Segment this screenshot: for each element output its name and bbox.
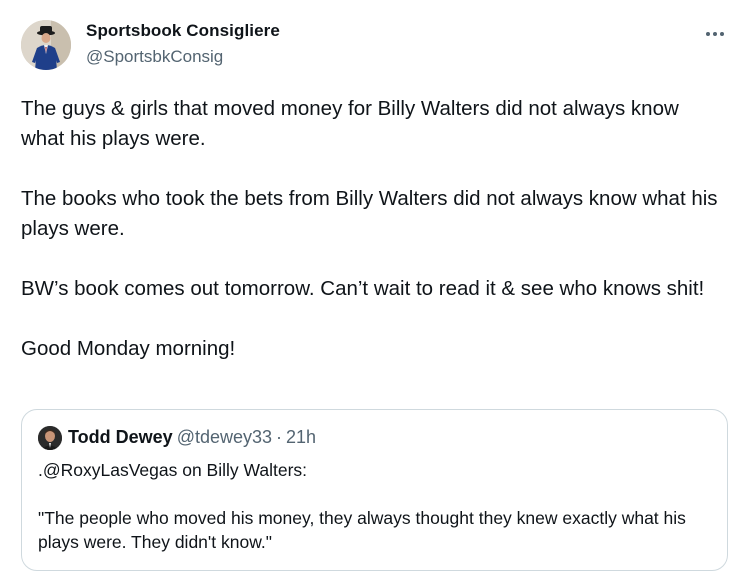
more-options-button[interactable] <box>700 22 730 46</box>
tweet-paragraph: Good Monday morning! <box>21 337 236 360</box>
author-handle[interactable]: @SportsbkConsig <box>86 47 223 67</box>
profile-photo-man-icon <box>38 426 62 450</box>
tweet-paragraph: The guys & girls that moved money for Bi… <box>21 97 679 150</box>
header-separator: · <box>276 427 283 447</box>
more-options-icon <box>706 32 710 36</box>
more-options-icon-dot <box>720 32 724 36</box>
tweet-card: Sportsbook Consigliere @SportsbkConsig T… <box>0 0 738 577</box>
more-options-icon-dot <box>713 32 717 36</box>
quoted-author-display-name[interactable]: Todd Dewey <box>68 427 173 447</box>
author-display-name[interactable]: Sportsbook Consigliere <box>86 21 280 41</box>
quoted-author-handle[interactable]: @tdewey33 <box>177 427 272 447</box>
quoted-author-avatar[interactable] <box>38 426 62 450</box>
profile-photo-man-in-suit-icon <box>21 20 71 70</box>
quoted-tweet-timestamp[interactable]: 21h <box>286 427 316 447</box>
quoted-tweet-header: Todd Dewey @tdewey33 · 21h <box>68 427 316 448</box>
quoted-tweet-card[interactable]: Todd Dewey @tdewey33 · 21h .@RoxyLasVegas o… <box>21 409 728 571</box>
tweet-paragraph: The books who took the bets from Billy W… <box>21 187 718 240</box>
quoted-tweet-paragraph: .@RoxyLasVegas on Billy Walters: <box>38 460 308 480</box>
quoted-tweet-text: .@RoxyLasVegas on Billy Walters: "The pe… <box>38 458 708 554</box>
tweet-paragraph: BW’s book comes out tomorrow. Can’t wait… <box>21 277 705 300</box>
tweet-text: The guys & girls that moved money for Bi… <box>21 94 726 364</box>
quoted-tweet-paragraph: "The people who moved his money, they al… <box>38 508 686 552</box>
author-avatar[interactable] <box>21 20 71 70</box>
